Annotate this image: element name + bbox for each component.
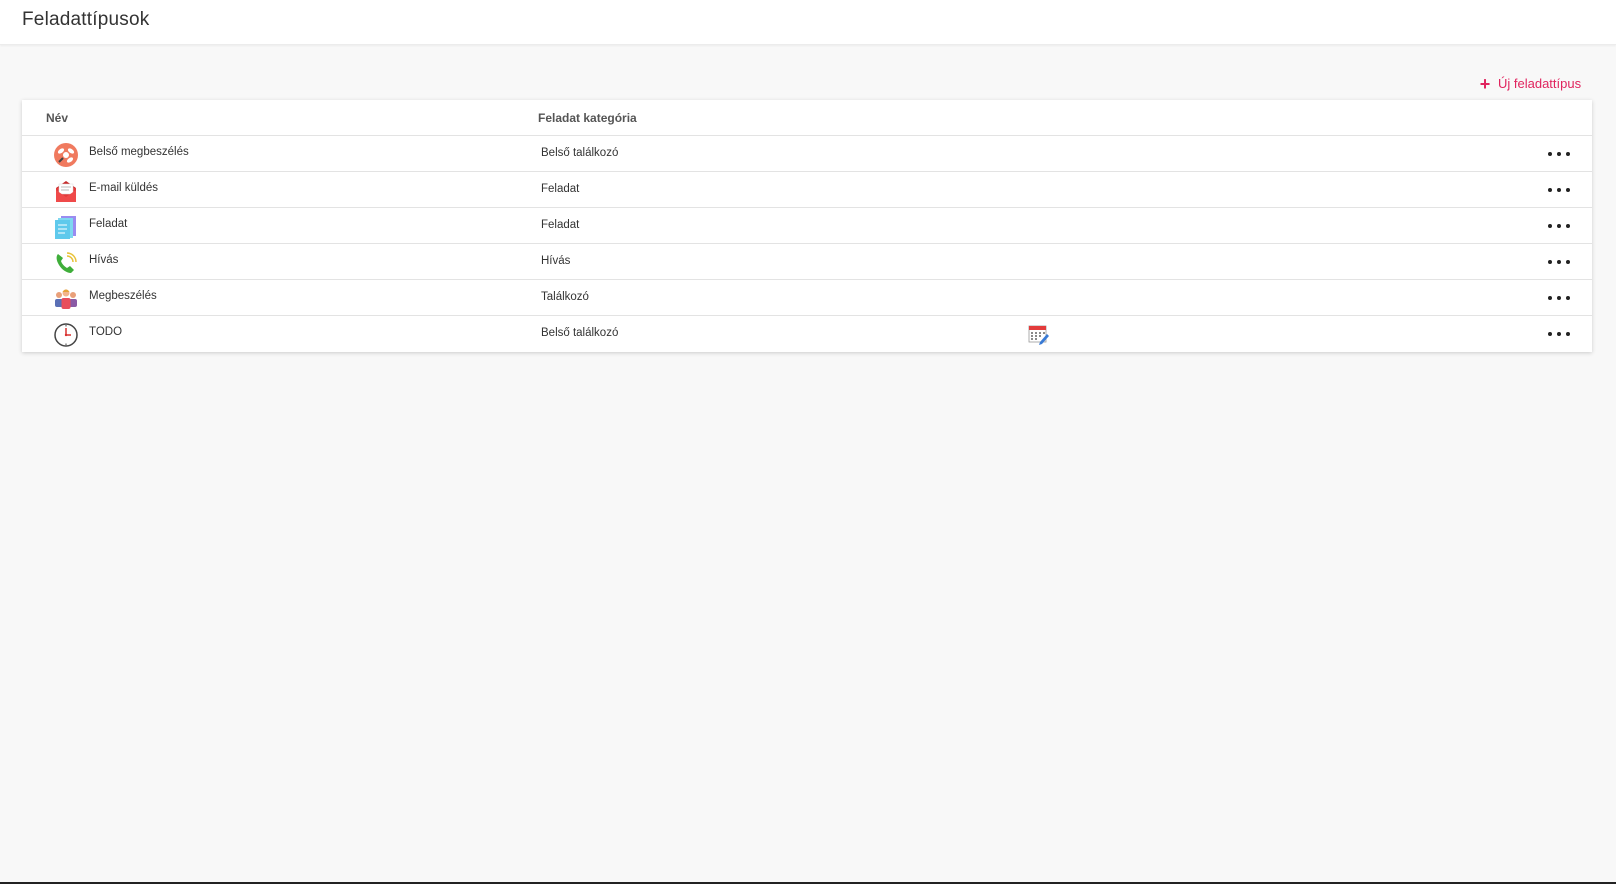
more-actions-button[interactable]: [1548, 182, 1570, 198]
row-category: Feladat: [541, 183, 580, 195]
more-actions-button[interactable]: [1548, 254, 1570, 270]
more-actions-button[interactable]: [1548, 218, 1570, 234]
column-header-name[interactable]: Név: [46, 111, 68, 125]
row-name: TODO: [89, 326, 123, 338]
column-header-category[interactable]: Feladat kategória: [538, 111, 637, 125]
task-notes-icon: [53, 214, 79, 240]
meeting-people-icon: [53, 286, 79, 312]
phone-call-icon: [53, 250, 79, 276]
page-title: Feladattípusok: [22, 9, 150, 30]
row-category: Találkozó: [541, 291, 589, 303]
table-row[interactable]: Megbeszélés Találkozó: [22, 280, 1592, 316]
row-category: Belső találkozó: [541, 147, 619, 159]
internal-meeting-icon: [53, 142, 79, 168]
new-task-type-label: Új feladattípus: [1498, 76, 1582, 91]
clock-icon: [53, 322, 79, 348]
row-category: Feladat: [541, 219, 580, 231]
row-name: Hívás: [89, 254, 119, 266]
plus-icon: +: [1479, 73, 1491, 94]
row-name: Belső megbeszélés: [89, 146, 189, 158]
table-row[interactable]: TODO Belső találkozó: [22, 316, 1592, 352]
table-row[interactable]: E-mail küldés Feladat: [22, 172, 1592, 208]
table-row[interactable]: Feladat Feladat: [22, 208, 1592, 244]
row-category: Belső találkozó: [541, 327, 619, 339]
row-name: E-mail küldés: [89, 182, 159, 194]
row-category: Hívás: [541, 255, 571, 267]
row-name: Feladat: [89, 218, 128, 230]
new-task-type-button[interactable]: + Új feladattípus: [1478, 73, 1582, 94]
task-types-table: Név Feladat kategória Belső megbeszélés …: [22, 100, 1592, 352]
top-header: Feladattípusok: [0, 0, 1616, 45]
table-row[interactable]: Belső megbeszélés Belső találkozó: [22, 136, 1592, 172]
more-actions-button[interactable]: [1548, 326, 1570, 342]
row-name: Megbeszélés: [89, 290, 157, 302]
more-actions-button[interactable]: [1548, 290, 1570, 306]
more-actions-button[interactable]: [1548, 146, 1570, 162]
table-row[interactable]: Hívás Hívás: [22, 244, 1592, 280]
email-envelope-icon: [53, 178, 79, 204]
calendar-edit-icon[interactable]: [1028, 324, 1050, 346]
table-header: Név Feladat kategória: [22, 100, 1592, 136]
